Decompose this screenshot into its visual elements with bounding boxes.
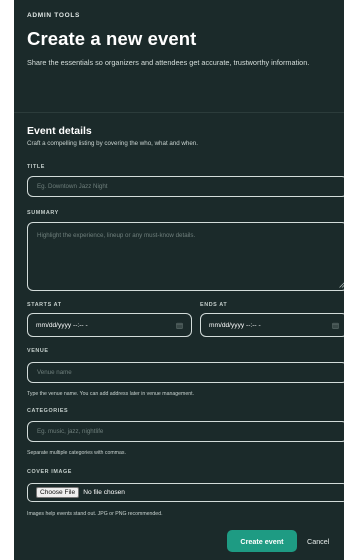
- page-title: Create a new event: [27, 28, 197, 49]
- categories-input[interactable]: [27, 421, 344, 442]
- create-event-button[interactable]: Create event: [227, 530, 297, 552]
- summary-textarea[interactable]: [27, 222, 344, 291]
- header-divider: [14, 112, 344, 113]
- ends-at-input[interactable]: mm/dd/yyyy --:-- -: [200, 313, 344, 337]
- venue-help-text: Type the venue name. You can add address…: [27, 391, 194, 397]
- create-event-panel: ADMIN TOOLS Create a new event Share the…: [14, 0, 344, 560]
- file-status-text: No file chosen: [83, 489, 125, 496]
- summary-wrapper: [27, 222, 344, 291]
- page-description: Share the essentials so organizers and a…: [27, 58, 310, 67]
- calendar-icon[interactable]: [332, 322, 339, 329]
- ends-at-value: mm/dd/yyyy --:-- -: [209, 321, 261, 329]
- cancel-button[interactable]: Cancel: [307, 530, 344, 552]
- title-input[interactable]: [27, 176, 344, 197]
- summary-label: SUMMARY: [27, 210, 59, 216]
- page-header: ADMIN TOOLS Create a new event Share the…: [14, 0, 344, 69]
- starts-at-value: mm/dd/yyyy --:-- -: [36, 321, 88, 329]
- section-title: Event details: [27, 125, 92, 137]
- choose-file-button[interactable]: Choose File: [36, 487, 80, 498]
- calendar-icon[interactable]: [176, 322, 183, 329]
- title-label: TITLE: [27, 164, 45, 170]
- starts-at-label: STARTS AT: [27, 302, 62, 308]
- venue-label: VENUE: [27, 348, 49, 354]
- categories-help-text: Separate multiple categories with commas…: [27, 450, 126, 456]
- cover-image-label: COVER IMAGE: [27, 469, 72, 475]
- starts-at-input[interactable]: mm/dd/yyyy --:-- -: [27, 313, 192, 337]
- section-subtitle: Craft a compelling listing by covering t…: [27, 140, 198, 147]
- cover-image-file-input[interactable]: Choose File No file chosen: [27, 483, 344, 502]
- categories-label: CATEGORIES: [27, 408, 69, 414]
- ends-at-label: ENDS AT: [200, 302, 228, 308]
- eyebrow-label: ADMIN TOOLS: [27, 12, 81, 19]
- resize-grip-icon[interactable]: [339, 282, 344, 288]
- venue-input[interactable]: [27, 362, 344, 383]
- cover-image-help-text: Images help events stand out. JPG or PNG…: [27, 511, 163, 517]
